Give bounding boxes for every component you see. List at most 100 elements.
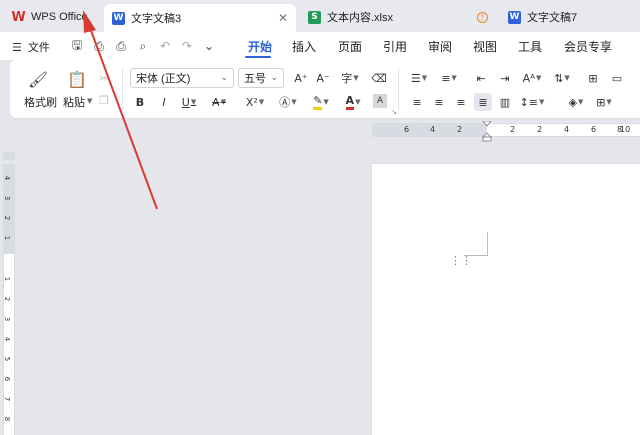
ruler-number: 3 xyxy=(3,316,12,322)
ruler-number: 4 xyxy=(3,336,12,342)
distributed-align-icon[interactable]: ▥ xyxy=(496,93,514,111)
grow-font-icon[interactable]: A⁺ xyxy=(292,69,310,87)
align-left-icon[interactable]: ≡ xyxy=(408,93,426,111)
file-menu[interactable]: ☰ 文件 xyxy=(12,39,50,55)
tab-home[interactable]: 开始 xyxy=(248,38,272,55)
cut-icon[interactable]: ✂ xyxy=(96,70,112,86)
italic-button[interactable]: I xyxy=(156,93,172,111)
paragraph-mark-icon[interactable]: ▭ xyxy=(608,69,626,87)
tab-insert[interactable]: 插入 xyxy=(292,38,316,55)
quick-access-toolbar: 🖫 ⎙ ⎙ ⌕ ↶ ↷ ⌄ xyxy=(66,37,220,55)
highlight-icon[interactable]: ✎ ▼ xyxy=(308,93,334,111)
align-center-icon[interactable]: ≡ xyxy=(430,93,448,111)
document-page[interactable] xyxy=(372,164,640,435)
redo-icon[interactable]: ↷ xyxy=(176,37,198,55)
ruler-number: 8 xyxy=(3,416,12,422)
superscript-button[interactable]: X² ▼ xyxy=(242,93,268,111)
clear-format-icon[interactable]: ⌫ xyxy=(370,69,388,87)
menu-icon: ☰ xyxy=(12,41,22,54)
copy-icon[interactable]: ❐ xyxy=(96,92,112,108)
ruler-number: 6 xyxy=(591,125,597,134)
paste-icon[interactable]: 📋 xyxy=(66,68,88,90)
strikethrough-button[interactable]: A ▼ xyxy=(208,93,230,111)
tab-member[interactable]: 会员专享 xyxy=(564,38,612,55)
ruler-number: 1 xyxy=(3,235,12,241)
save-icon[interactable]: 🖫 xyxy=(66,37,88,55)
ruler-number: 2 xyxy=(3,296,12,302)
chevron-down-icon[interactable]: ▼ xyxy=(87,97,92,105)
character-shading-button[interactable]: A xyxy=(373,94,387,108)
decrease-indent-icon[interactable]: ⇤ xyxy=(472,69,490,87)
file-menu-label: 文件 xyxy=(27,42,50,54)
font-size-select[interactable]: 五号 ⌄ xyxy=(238,68,284,88)
ribbon-toolbar: 🖌 格式刷 📋 粘贴 ▼ ✂ ❐ 宋体 (正文) ⌄ 五号 ⌄ A⁺ A⁻ 字 ▼… xyxy=(10,60,640,118)
underline-button[interactable]: U ▼ xyxy=(178,93,200,111)
divider xyxy=(122,68,123,110)
tab-tools[interactable]: 工具 xyxy=(518,38,542,55)
numbered-list-icon[interactable]: ≡ ▼ xyxy=(438,69,460,87)
vertical-ruler[interactable]: 4 3 2 1 1 2 3 4 5 6 7 8 xyxy=(3,164,15,435)
tab-document-7[interactable]: W 文字文稿7 xyxy=(500,4,640,30)
tab-label: 文本内容.xlsx xyxy=(327,12,393,24)
strike-label: A xyxy=(212,95,220,109)
borders-icon[interactable]: ⊞ ▼ xyxy=(592,93,616,111)
sort-icon[interactable]: ⇅ ▼ xyxy=(550,69,574,87)
ruler-number: 4 xyxy=(564,125,570,134)
paragraph-shading-icon[interactable]: ◈ ▼ xyxy=(564,93,588,111)
chevron-down-icon: ⌄ xyxy=(220,73,228,83)
export-pdf-icon[interactable]: ⎙ xyxy=(88,37,110,55)
ruler-number: 4 xyxy=(430,125,436,134)
line-spacing-icon[interactable]: ↕≡ ▼ xyxy=(520,93,545,111)
change-case-icon[interactable]: Aᴬ ▼ xyxy=(520,69,544,87)
chevron-down-icon[interactable]: ⌄ xyxy=(198,37,220,55)
active-tab-underline xyxy=(245,56,271,58)
align-right-icon[interactable]: ≡ xyxy=(452,93,470,111)
tab-references[interactable]: 引用 xyxy=(383,38,407,55)
format-painter-icon[interactable]: 🖌 xyxy=(27,68,49,90)
ruler-number: 2 xyxy=(537,125,543,134)
bold-button[interactable]: B xyxy=(132,93,148,111)
tab-spreadsheet[interactable]: S 文本内容.xlsx ! xyxy=(300,4,496,30)
wps-logo-icon: W xyxy=(11,9,26,25)
vertical-ruler-top xyxy=(3,152,15,160)
phonetic-guide-icon[interactable]: 字 ▼ xyxy=(338,69,362,87)
text-effect-icon[interactable]: Ⓐ ▼ xyxy=(276,93,300,111)
tab-page[interactable]: 页面 xyxy=(338,38,362,55)
close-icon[interactable]: ✕ xyxy=(278,11,288,25)
horizontal-ruler[interactable]: 6 4 2 2 2 4 6 8 xyxy=(372,121,640,142)
drag-handle-icon[interactable]: ⋮⋮ xyxy=(450,255,472,266)
ruler-number: 1 xyxy=(3,276,12,282)
paste-label[interactable]: 粘贴 xyxy=(63,94,85,110)
font-name-select[interactable]: 宋体 (正文) ⌄ xyxy=(130,68,234,88)
print-preview-icon[interactable]: ⌕ xyxy=(132,37,154,55)
tab-bar: W WPS Office W 文字文稿3 ✕ S 文本内容.xlsx ! W 文… xyxy=(0,0,640,32)
font-color-icon[interactable]: A ▼ xyxy=(340,93,366,111)
menu-bar: ☰ 文件 🖫 ⎙ ⎙ ⌕ ↶ ↷ ⌄ 开始 插入 页面 引用 审阅 视图 工具 … xyxy=(0,32,640,60)
margin-corner-mark xyxy=(464,232,488,256)
tab-review[interactable]: 审阅 xyxy=(428,38,452,55)
writer-doc-icon: W xyxy=(508,10,521,24)
print-icon[interactable]: ⎙ xyxy=(110,37,132,55)
tab-label: 文字文稿3 xyxy=(131,13,182,25)
increase-indent-icon[interactable]: ⇥ xyxy=(496,69,514,87)
format-painter-label[interactable]: 格式刷 xyxy=(24,94,57,110)
indent-marker-icon[interactable] xyxy=(482,121,492,142)
ruler-number: 4 xyxy=(3,175,12,181)
spreadsheet-icon: S xyxy=(308,10,321,24)
tab-view[interactable]: 视图 xyxy=(473,38,497,55)
justify-icon[interactable]: ≣ xyxy=(474,93,492,111)
tab-document-3[interactable]: W 文字文稿3 ✕ xyxy=(104,4,296,32)
bullet-list-icon[interactable]: ☰ ▼ xyxy=(408,69,430,87)
font-dialog-launcher-icon[interactable]: ↘ xyxy=(390,108,398,116)
tab-label: 文字文稿7 xyxy=(527,12,578,24)
shrink-font-icon[interactable]: A⁻ xyxy=(314,69,332,87)
undo-icon[interactable]: ↶ xyxy=(154,37,176,55)
ruler-number: 6 xyxy=(404,125,410,134)
ruler-number: 7 xyxy=(3,396,12,402)
tab-wps-office[interactable]: W WPS Office xyxy=(4,4,100,30)
ruler-number: 2 xyxy=(457,125,463,134)
ruler-number: 3 xyxy=(3,195,12,201)
show-marks-icon[interactable]: ⊞ xyxy=(584,69,602,87)
superscript-label: X² xyxy=(245,95,258,109)
ruler-number: 6 xyxy=(3,376,12,382)
